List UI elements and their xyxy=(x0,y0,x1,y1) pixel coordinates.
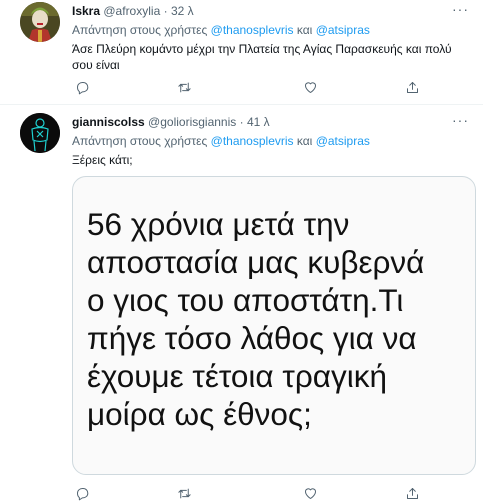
more-icon[interactable]: ··· xyxy=(452,112,469,128)
media-text: 56 χρόνια μετά την αποστασία μας κυβερνά… xyxy=(87,205,424,433)
avatar-image xyxy=(20,113,60,153)
media-text-line: έχουμε τέτοια τραγική xyxy=(87,358,387,394)
action-bar xyxy=(72,77,472,97)
separator: · xyxy=(163,4,168,18)
avatar-image xyxy=(20,2,60,42)
share-icon[interactable] xyxy=(402,483,422,503)
mention-link[interactable]: @thanosplevris xyxy=(211,23,294,37)
mention-link[interactable]: @thanosplevris xyxy=(211,134,294,148)
media-text-line: αποστασία μας κυβερνά xyxy=(87,244,425,280)
media-text-line: πήγε τόσο λάθος για να xyxy=(87,320,417,356)
retweet-icon[interactable] xyxy=(174,77,194,97)
mention-link[interactable]: @atsipras xyxy=(316,134,370,148)
user-name[interactable]: gianniscolss xyxy=(72,115,145,129)
separator: · xyxy=(239,115,244,129)
media-text-line: ο γιος του αποστάτη.Τι xyxy=(87,282,404,318)
like-icon[interactable] xyxy=(300,483,320,503)
user-handle[interactable]: @afroxylia xyxy=(103,4,160,18)
timestamp[interactable]: 41 λ xyxy=(247,115,270,129)
user-name[interactable]: Iskra xyxy=(72,4,100,18)
media-text-line: 56 χρόνια μετά την xyxy=(87,206,350,242)
reply-icon[interactable] xyxy=(72,483,92,503)
reply-to-line: Απάντηση στους χρήστες @thanosplevris κα… xyxy=(72,133,469,149)
tweet[interactable]: Iskra @afroxylia · 32 λ ··· Απάντηση στο… xyxy=(0,0,483,105)
reply-and: και xyxy=(296,23,313,37)
reply-prefix: Απάντηση στους χρήστες xyxy=(72,23,208,37)
share-icon[interactable] xyxy=(402,77,422,97)
tweet[interactable]: gianniscolss @goliorisgiannis · 41 λ ···… xyxy=(0,105,483,503)
reply-icon[interactable] xyxy=(72,77,92,97)
action-bar xyxy=(72,483,472,503)
tweet-header: gianniscolss @goliorisgiannis · 41 λ xyxy=(72,114,469,130)
tweet-text: Ξέρεις κάτι; xyxy=(72,153,133,167)
user-handle[interactable]: @goliorisgiannis xyxy=(148,115,236,129)
more-icon[interactable]: ··· xyxy=(452,1,469,17)
media-image[interactable]: 56 χρόνια μετά την αποστασία μας κυβερνά… xyxy=(72,176,476,475)
reply-prefix: Απάντηση στους χρήστες xyxy=(72,134,208,148)
tweet-header: Iskra @afroxylia · 32 λ xyxy=(72,3,469,19)
reply-and: και xyxy=(296,134,313,148)
tweet-text: Άσε Πλεύρη κομάντο μέχρι την Πλατεία της… xyxy=(72,42,452,72)
avatar[interactable] xyxy=(20,2,60,42)
timestamp[interactable]: 32 λ xyxy=(171,4,194,18)
mention-link[interactable]: @atsipras xyxy=(316,23,370,37)
reply-to-line: Απάντηση στους χρήστες @thanosplevris κα… xyxy=(72,22,469,38)
media-text-line: μοίρα ως έθνος; xyxy=(87,396,312,432)
like-icon[interactable] xyxy=(300,77,320,97)
retweet-icon[interactable] xyxy=(174,483,194,503)
avatar[interactable] xyxy=(20,113,60,153)
